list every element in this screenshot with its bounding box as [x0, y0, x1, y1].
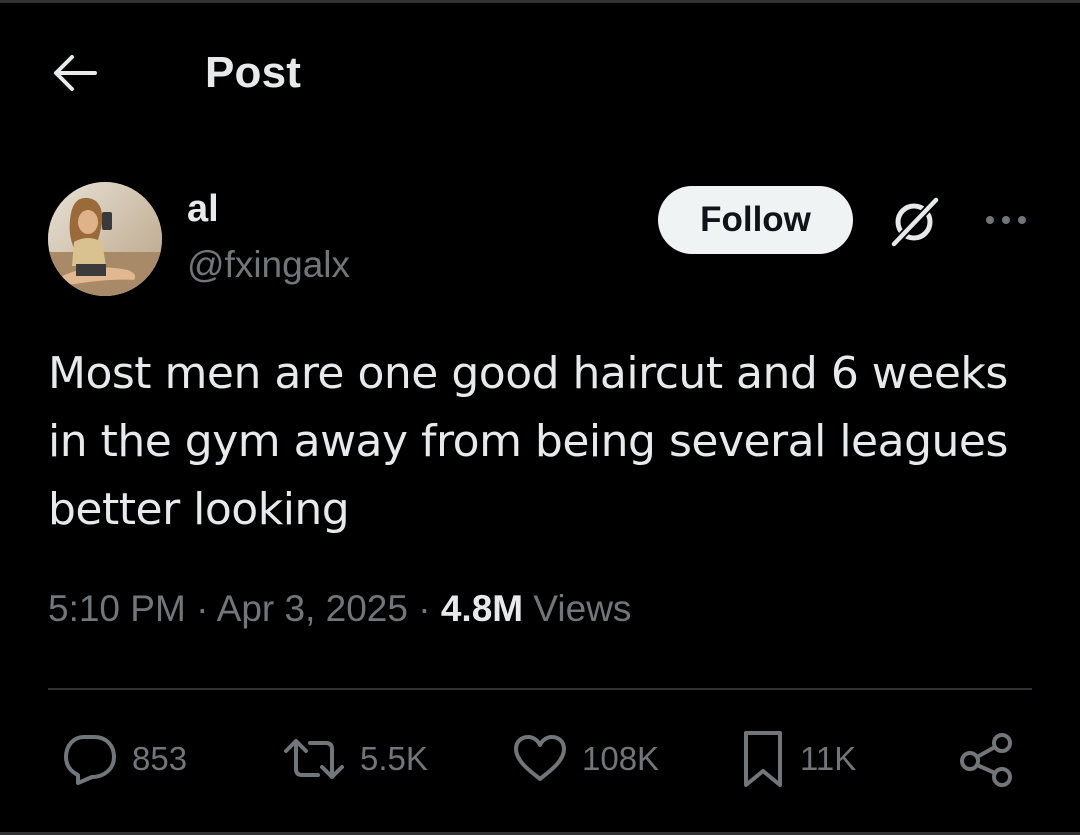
repost-button[interactable]: 5.5K	[282, 728, 428, 790]
header: Post	[0, 30, 1080, 116]
more-horizontal-icon	[986, 216, 1026, 224]
avatar-photo	[48, 182, 162, 296]
reply-icon	[64, 735, 116, 785]
page-title: Post	[205, 48, 302, 97]
meta-separator: ·	[418, 588, 441, 629]
heart-icon	[514, 735, 566, 781]
avatar[interactable]	[48, 182, 162, 296]
grok-button[interactable]	[884, 192, 944, 252]
reply-count: 853	[132, 740, 188, 777]
repost-icon	[284, 739, 344, 779]
author-handle[interactable]: @fxingalx	[187, 244, 350, 286]
back-button[interactable]	[44, 46, 104, 100]
author-display-name[interactable]: al	[187, 188, 219, 231]
views-label: Views	[533, 588, 632, 629]
like-count: 108K	[582, 740, 660, 777]
post-text: Most men are one good haircut and 6 week…	[48, 348, 1008, 535]
repost-count: 5.5K	[360, 740, 428, 777]
meta-separator: ·	[196, 588, 217, 629]
share-icon	[960, 733, 1012, 787]
post-time[interactable]: 5:10 PM	[48, 588, 186, 629]
divider	[48, 688, 1032, 690]
more-button[interactable]	[980, 198, 1032, 242]
share-button[interactable]	[958, 728, 1014, 790]
reply-button[interactable]: 853	[62, 728, 187, 790]
grok-icon	[890, 196, 940, 248]
like-button[interactable]: 108K	[512, 728, 659, 790]
bookmark-count: 11K	[800, 740, 857, 777]
follow-button[interactable]: Follow	[658, 186, 853, 254]
views-count: 4.8M	[440, 588, 524, 629]
bookmark-icon	[744, 731, 782, 787]
top-border	[0, 0, 1080, 3]
post-meta: 5:10 PM · Apr 3, 2025 · 4.8M Views	[48, 588, 631, 630]
bookmark-button[interactable]: 11K	[740, 728, 856, 790]
post-date[interactable]: Apr 3, 2025	[217, 588, 408, 629]
arrow-left-icon	[54, 55, 97, 91]
